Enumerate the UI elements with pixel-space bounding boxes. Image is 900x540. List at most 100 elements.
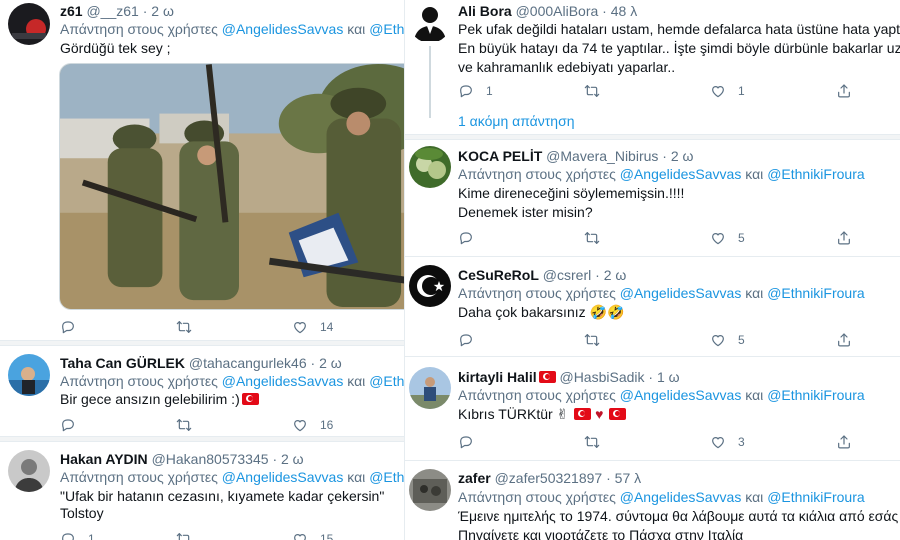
reply-icon bbox=[60, 319, 76, 335]
tweet-text-line-1: Pek ufak değildi hataları ustam, hemde d… bbox=[458, 21, 900, 37]
like-button[interactable]: 1 bbox=[710, 82, 745, 100]
avatar[interactable] bbox=[8, 354, 50, 396]
reply-context: Απάντηση στους χρήστες @AngelidesSavvas … bbox=[458, 387, 865, 403]
timestamp[interactable]: 2 ω bbox=[671, 148, 694, 164]
tweet-ali-bora[interactable]: Ali Bora @000AliBora · 48 λ Pek ufak değ… bbox=[405, 0, 900, 136]
timestamp[interactable]: 48 λ bbox=[611, 3, 637, 19]
like-button[interactable]: 5 bbox=[710, 331, 745, 349]
reply-button[interactable] bbox=[60, 416, 76, 434]
reply-button[interactable] bbox=[458, 433, 474, 451]
like-button[interactable]: 14 bbox=[292, 318, 333, 336]
tweet-text-line-1: Kime direneceğini söylememişsin.!!!! bbox=[458, 185, 685, 201]
reply-button[interactable] bbox=[458, 229, 474, 247]
like-button[interactable]: 15 bbox=[292, 530, 333, 540]
retweet-button[interactable] bbox=[584, 229, 600, 247]
tweet-photo[interactable] bbox=[59, 63, 406, 310]
retweet-button[interactable] bbox=[584, 331, 600, 349]
timestamp[interactable]: 2 ω bbox=[281, 451, 304, 467]
like-button[interactable]: 5 bbox=[710, 229, 745, 247]
tweet-header: Ali Bora @000AliBora · 48 λ bbox=[458, 3, 638, 19]
tweet-koca-pelit[interactable]: KOCA PELİT @Mavera_Nibirus · 2 ω Απάντησ… bbox=[405, 140, 900, 258]
display-name[interactable]: zafer bbox=[458, 470, 491, 486]
display-name[interactable]: KOCA PELİT bbox=[458, 148, 542, 164]
timestamp[interactable]: 2 ω bbox=[319, 355, 342, 371]
retweet-button[interactable] bbox=[584, 82, 600, 100]
mention-link[interactable]: @EthnikiFroura bbox=[767, 387, 864, 403]
avatar[interactable] bbox=[409, 265, 451, 307]
timestamp[interactable]: 57 λ bbox=[615, 470, 641, 486]
share-button[interactable] bbox=[836, 229, 852, 247]
user-handle[interactable]: @tahacangurlek46 bbox=[189, 355, 307, 371]
mention-link[interactable]: @EthnikiFroura bbox=[767, 166, 864, 182]
mention-link[interactable]: @EthnikiFrou bbox=[369, 469, 406, 485]
turkey-flag-icon bbox=[609, 408, 627, 420]
user-handle[interactable]: @000AliBora bbox=[516, 3, 599, 19]
user-handle[interactable]: @Mavera_Nibirus bbox=[546, 148, 658, 164]
like-button[interactable]: 3 bbox=[710, 433, 745, 451]
share-button[interactable] bbox=[836, 82, 852, 100]
display-name[interactable]: kirtayli Halil bbox=[458, 369, 537, 385]
display-name[interactable]: Taha Can GÜRLEK bbox=[60, 355, 185, 371]
retweet-icon bbox=[584, 83, 600, 99]
avatar[interactable] bbox=[8, 3, 50, 45]
mention-link[interactable]: @EthnikiFroura bbox=[767, 489, 864, 505]
user-handle[interactable]: @HasbiSadik bbox=[559, 369, 644, 385]
reply-button[interactable]: 1 bbox=[458, 82, 493, 100]
tweet-cesurerol[interactable]: CeSuReRoL @csrerl · 2 ω Απάντηση στους χ… bbox=[405, 257, 900, 355]
timestamp[interactable]: 2 ω bbox=[604, 267, 627, 283]
user-handle[interactable]: @zafer50321897 bbox=[495, 470, 603, 486]
share-button[interactable] bbox=[836, 433, 852, 451]
timestamp[interactable]: 2 ω bbox=[151, 3, 174, 19]
mention-link[interactable]: @EthnikiFroura bbox=[767, 285, 864, 301]
avatar[interactable] bbox=[409, 469, 451, 511]
display-name[interactable]: CeSuReRoL bbox=[458, 267, 539, 283]
retweet-button[interactable] bbox=[176, 318, 192, 336]
mention-link[interactable]: @AngelidesSavvas bbox=[222, 21, 344, 37]
reply-button[interactable] bbox=[60, 318, 76, 336]
like-count: 15 bbox=[320, 532, 334, 540]
share-button[interactable] bbox=[836, 331, 852, 349]
mention-link[interactable]: @AngelidesSavvas bbox=[620, 166, 742, 182]
mention-link[interactable]: @AngelidesSavvas bbox=[620, 489, 742, 505]
tweet-hakan-aydin[interactable]: Hakan AYDIN @Hakan80573345 · 2 ω Απάντησ… bbox=[0, 442, 406, 540]
mention-link[interactable]: @AngelidesSavvas bbox=[620, 387, 742, 403]
tweet-taha-can-gurlek[interactable]: Taha Can GÜRLEK @tahacangurlek46 · 2 ω Α… bbox=[0, 346, 406, 438]
avatar[interactable] bbox=[409, 367, 451, 409]
display-name[interactable]: Hakan AYDIN bbox=[60, 451, 148, 467]
like-button[interactable]: 16 bbox=[292, 416, 333, 434]
mention-link[interactable]: @EthnikiFrou bbox=[369, 373, 406, 389]
retweet-button[interactable] bbox=[176, 416, 192, 434]
tweet-header: z61 @__z61 · 2 ω bbox=[60, 3, 174, 19]
mention-link[interactable]: @AngelidesSavvas bbox=[620, 285, 742, 301]
display-name[interactable]: z61 bbox=[60, 3, 83, 19]
reply-context: Απάντηση στους χρήστες @AngelidesSavvas … bbox=[60, 20, 406, 38]
like-icon bbox=[710, 230, 726, 246]
tweet-kirtayli-halil[interactable]: kirtayli Halil @HasbiSadik · 1 ω Απάντησ… bbox=[405, 357, 900, 461]
tweet-zafer[interactable]: zafer @zafer50321897 · 57 λ Απάντηση στο… bbox=[405, 461, 900, 540]
retweet-button[interactable] bbox=[584, 433, 600, 451]
timestamp[interactable]: 1 ω bbox=[657, 369, 680, 385]
tweet-z61[interactable]: z61 @__z61 · 2 ω Απάντηση στους χρήστες … bbox=[0, 0, 406, 342]
avatar[interactable] bbox=[409, 146, 451, 188]
reply-button[interactable]: 1 bbox=[60, 530, 95, 540]
like-icon bbox=[710, 332, 726, 348]
display-name[interactable]: Ali Bora bbox=[458, 3, 512, 19]
reply-button[interactable] bbox=[458, 331, 474, 349]
retweet-button[interactable] bbox=[176, 530, 192, 540]
user-handle[interactable]: @csrerl bbox=[543, 267, 591, 283]
show-more-replies-link[interactable]: 1 ακόμη απάντηση bbox=[458, 113, 575, 129]
user-handle[interactable]: @Hakan80573345 bbox=[152, 451, 269, 467]
tweet-actions: 14 bbox=[60, 318, 360, 336]
like-count: 3 bbox=[738, 435, 745, 449]
mention-link[interactable]: @EthnikiFrou bbox=[369, 21, 406, 37]
avatar[interactable] bbox=[8, 450, 50, 492]
user-handle[interactable]: @__z61 bbox=[86, 3, 138, 19]
like-count: 14 bbox=[320, 320, 334, 334]
reply-icon bbox=[458, 332, 474, 348]
reply-context: Απάντηση στους χρήστες @AngelidesSavvas … bbox=[60, 372, 406, 390]
tweet-text-line-3: ve kahramanlık edebiyatı yaparlar.. bbox=[458, 59, 676, 75]
retweet-icon bbox=[584, 332, 600, 348]
mention-link[interactable]: @AngelidesSavvas bbox=[222, 373, 344, 389]
avatar[interactable] bbox=[409, 1, 451, 43]
mention-link[interactable]: @AngelidesSavvas bbox=[222, 469, 344, 485]
